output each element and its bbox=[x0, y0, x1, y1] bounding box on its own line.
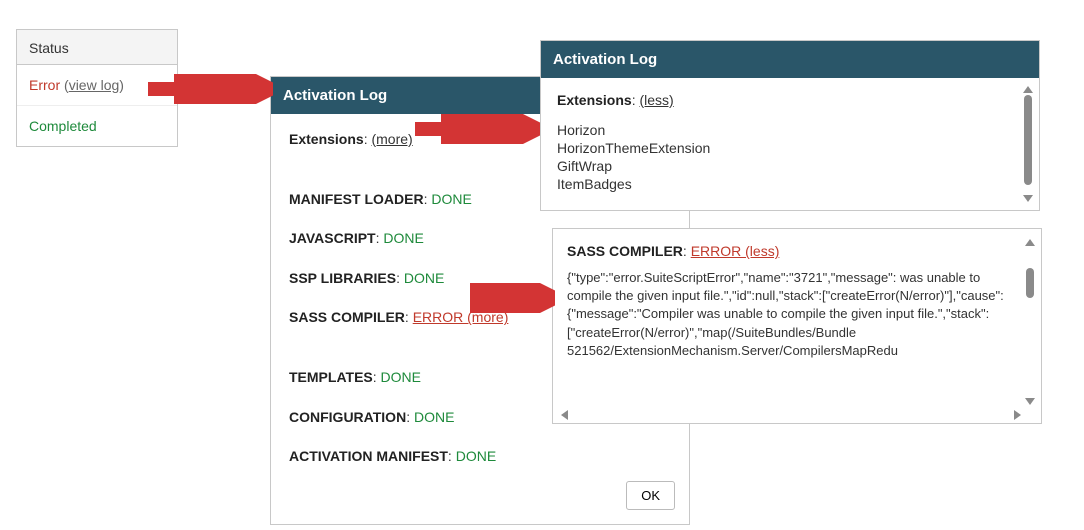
step-status: DONE bbox=[414, 409, 454, 425]
scrollbar-horizontal[interactable] bbox=[561, 409, 1021, 421]
status-row-completed: Completed bbox=[17, 106, 177, 146]
extensions-list: Horizon HorizonThemeExtension GiftWrap Item… bbox=[557, 122, 1013, 192]
status-panel: Status Error (view log) Completed bbox=[16, 29, 178, 147]
scroll-down-icon[interactable] bbox=[1023, 195, 1033, 202]
scrollbar-vertical[interactable] bbox=[1023, 239, 1037, 405]
view-log-link[interactable]: view log bbox=[69, 77, 120, 93]
status-row-error: Error (view log) bbox=[17, 65, 177, 106]
error-detail-panel: SASS COMPILER: ERROR (less) {"type":"err… bbox=[552, 228, 1042, 424]
extensions-less-link[interactable]: (less) bbox=[639, 92, 673, 108]
step-label: ACTIVATION MANIFEST bbox=[289, 448, 448, 464]
status-header: Status bbox=[17, 30, 177, 65]
step-line: ACTIVATION MANIFEST: DONE bbox=[289, 447, 671, 467]
extension-item: GiftWrap bbox=[557, 158, 1013, 174]
scroll-down-icon[interactable] bbox=[1025, 398, 1035, 405]
step-label: CONFIGURATION bbox=[289, 409, 406, 425]
step-status: DONE bbox=[383, 230, 423, 246]
step-label: SASS COMPILER bbox=[289, 309, 405, 325]
extension-item: HorizonThemeExtension bbox=[557, 140, 1013, 156]
step-status: DONE bbox=[456, 448, 496, 464]
ext-panel-title: Activation Log bbox=[541, 41, 1039, 78]
scroll-up-icon[interactable] bbox=[1025, 239, 1035, 246]
error-panel-label: SASS COMPILER bbox=[567, 243, 683, 259]
scroll-right-icon[interactable] bbox=[1014, 410, 1021, 420]
step-status: DONE bbox=[404, 270, 444, 286]
extension-item: Horizon bbox=[557, 122, 1013, 138]
step-label: SSP LIBRARIES bbox=[289, 270, 396, 286]
step-error-more-link[interactable]: ERROR (more) bbox=[413, 309, 509, 325]
scrollbar-vertical[interactable] bbox=[1021, 86, 1035, 202]
status-error-label: Error bbox=[29, 77, 60, 93]
extension-item: ItemBadges bbox=[557, 176, 1013, 192]
close-paren: ) bbox=[119, 77, 124, 93]
dialog-button-row: OK bbox=[271, 481, 689, 524]
step-status: DONE bbox=[381, 369, 421, 385]
ext-panel-body: Extensions: (less) HorizonHorizonThemeEx… bbox=[541, 78, 1039, 210]
scroll-left-icon[interactable] bbox=[561, 410, 568, 420]
ext-panel-label: Extensions bbox=[557, 92, 632, 108]
step-label: TEMPLATES bbox=[289, 369, 373, 385]
error-body-text: {"type":"error.SuiteScriptError","name":… bbox=[567, 269, 1017, 360]
scroll-up-icon[interactable] bbox=[1023, 86, 1033, 93]
step-label: JAVASCRIPT bbox=[289, 230, 376, 246]
ok-button[interactable]: OK bbox=[626, 481, 675, 510]
status-completed-label: Completed bbox=[29, 118, 97, 134]
error-less-link[interactable]: ERROR (less) bbox=[691, 243, 780, 259]
extensions-more-link[interactable]: (more) bbox=[371, 131, 412, 147]
extensions-label: Extensions bbox=[289, 131, 364, 147]
extensions-expanded-panel: Activation Log Extensions: (less) Horizo… bbox=[540, 40, 1040, 211]
step-label: MANIFEST LOADER bbox=[289, 191, 424, 207]
step-status: DONE bbox=[431, 191, 471, 207]
